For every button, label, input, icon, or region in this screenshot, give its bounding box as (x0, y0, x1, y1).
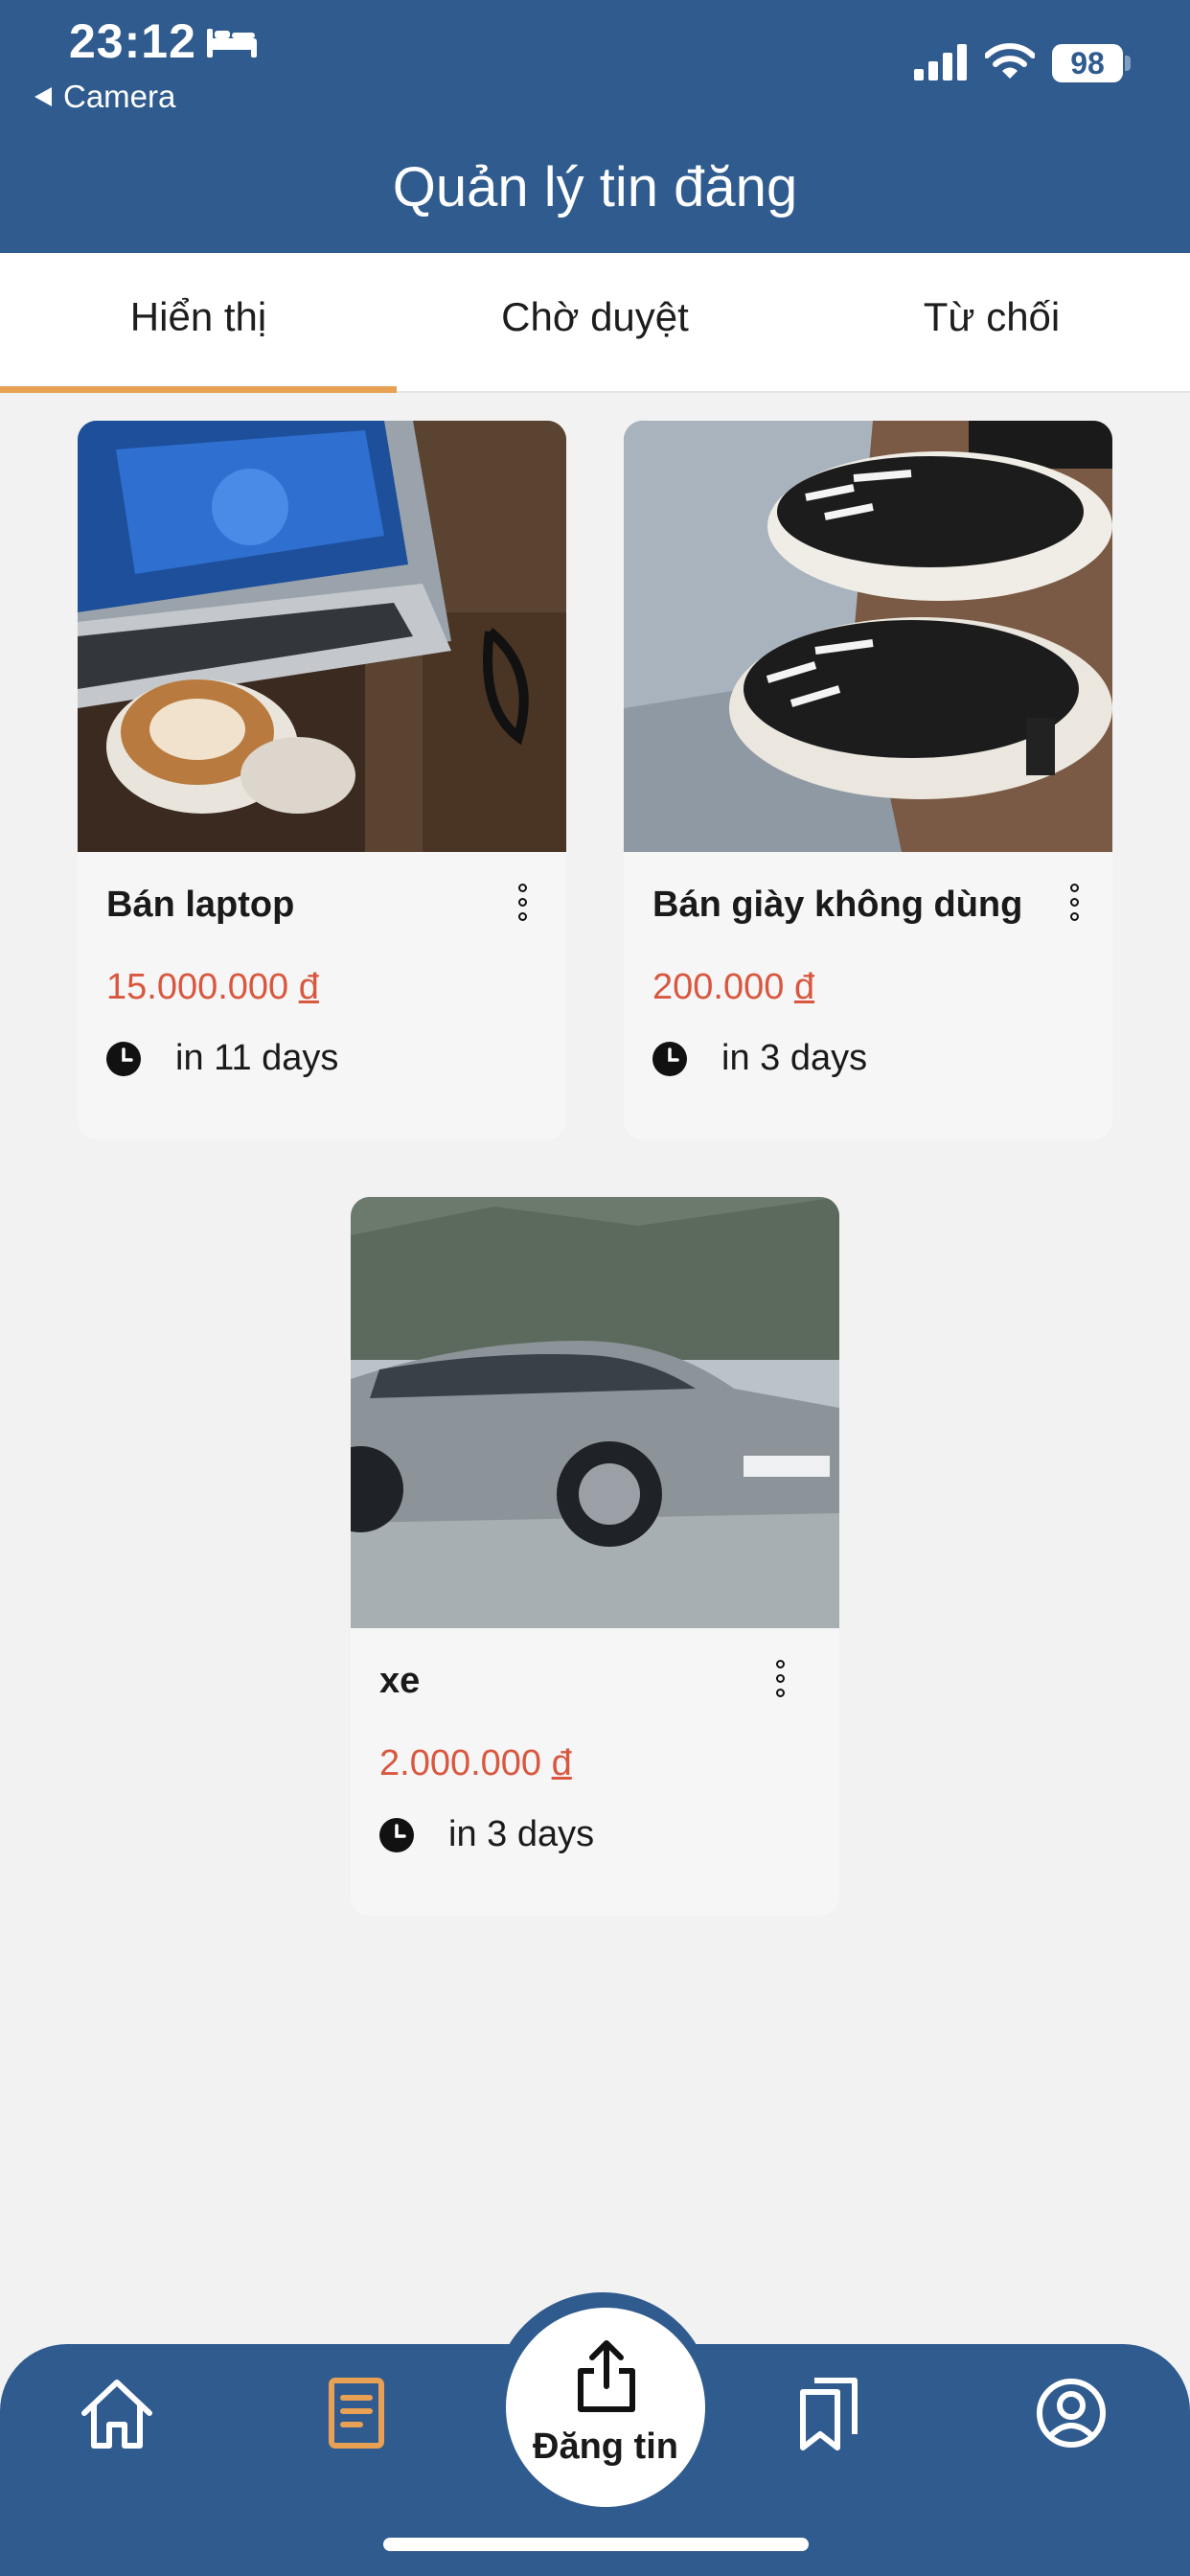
listing-title: Bán giày không dùng (652, 885, 1023, 925)
battery-indicator: 98 (1052, 44, 1123, 82)
tab-rejected[interactable]: Từ chối (793, 253, 1190, 391)
listing-status-tabs: Hiển thị Chờ duyệt Từ chối (0, 253, 1190, 393)
back-to-camera-link[interactable]: Camera (34, 79, 175, 115)
more-options-icon[interactable] (1057, 879, 1091, 936)
clock-icon (106, 1042, 141, 1076)
profile-icon[interactable] (1031, 2373, 1111, 2453)
page-title: Quản lý tin đăng (392, 156, 798, 218)
more-options-icon[interactable] (763, 1655, 797, 1713)
listing-price: 2.000.000 đ (379, 1743, 572, 1783)
listing-price: 15.000.000 đ (106, 967, 319, 1007)
listing-card[interactable]: Bán giày không dùng 200.000 đ in 3 days (624, 421, 1112, 1139)
tab-visible[interactable]: Hiển thị (0, 253, 397, 393)
upload-icon (578, 2340, 635, 2412)
post-listing-button[interactable]: Đăng tin (506, 2308, 705, 2507)
clock-icon (379, 1818, 414, 1852)
home-indicator[interactable] (383, 2538, 809, 2551)
back-arrow-icon (34, 87, 52, 106)
status-time: 23:12 (69, 14, 196, 68)
app-header: 23:12 Camera 98 Quản lý tin đăng (0, 0, 1190, 253)
listing-expiry: in 3 days (721, 1038, 868, 1078)
back-label: Camera (63, 79, 176, 114)
listing-title: xe (379, 1661, 421, 1701)
document-icon[interactable] (316, 2373, 397, 2453)
listing-title: Bán laptop (106, 885, 295, 925)
listing-card[interactable]: xe 2.000.000 đ in 3 days (351, 1197, 839, 1916)
cellular-signal-icon (914, 44, 967, 80)
laptop-coffee-photo (78, 421, 566, 852)
more-options-icon[interactable] (505, 879, 539, 936)
listing-expiry: in 3 days (448, 1814, 595, 1854)
bed-icon (207, 29, 257, 58)
car-photo (351, 1197, 839, 1628)
wifi-icon (985, 43, 1035, 79)
listing-price: 200.000 đ (652, 967, 815, 1007)
battery-tip (1125, 56, 1131, 71)
sneakers-photo (624, 421, 1112, 852)
listing-card[interactable]: Bán laptop 15.000.000 đ in 11 days (78, 421, 566, 1139)
post-label: Đăng tin (533, 2426, 678, 2467)
tab-pending[interactable]: Chờ duyệt (397, 253, 793, 391)
listing-expiry: in 11 days (175, 1038, 339, 1078)
bookmarks-icon[interactable] (790, 2373, 870, 2453)
clock-icon (652, 1042, 687, 1076)
home-icon[interactable] (77, 2373, 157, 2453)
